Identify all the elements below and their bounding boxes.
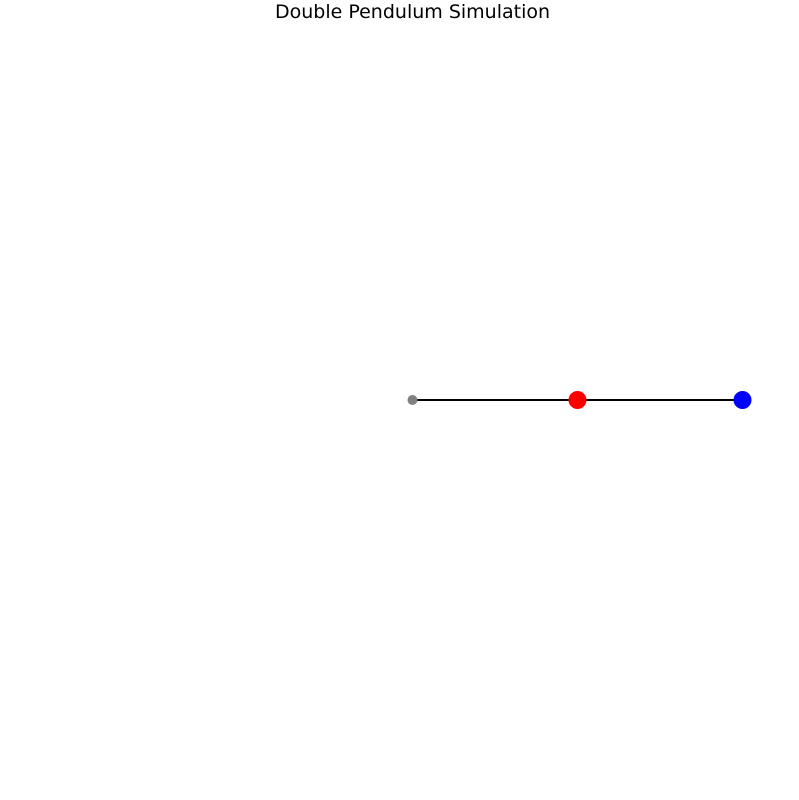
bob-2: [733, 391, 752, 409]
bob-1: [568, 391, 587, 409]
pendulum-plot: [407, 391, 752, 409]
pivot-point: [407, 395, 418, 405]
